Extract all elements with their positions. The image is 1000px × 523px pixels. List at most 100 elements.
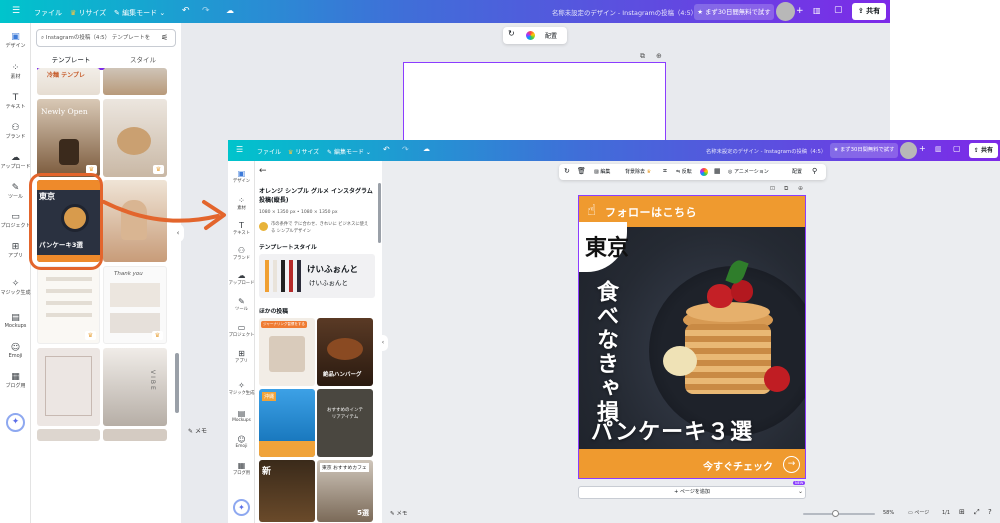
transparency-icon[interactable]: ▦ [714, 167, 721, 175]
nav-item[interactable]: ☁ アップロード [228, 271, 255, 286]
template-thumb[interactable]: 絶品ハンバーグ [317, 318, 373, 386]
zoom-slider[interactable] [803, 510, 875, 517]
trial-button[interactable]: ★ まず30日間無料で試す [694, 4, 774, 20]
comment-icon[interactable]: ▢ [953, 144, 961, 153]
comment-icon[interactable]: ▢ [834, 5, 843, 15]
template-thumb[interactable]: ♛ [37, 266, 100, 344]
resize-menu[interactable]: ♛ リサイズ [70, 8, 106, 18]
memo-button[interactable]: ✎ メモ [390, 509, 407, 517]
search-input[interactable]: ⌕ Instagramの投稿（4:5） テンプレートを [36, 29, 176, 47]
copy-page-icon[interactable]: ⧉ [784, 185, 788, 193]
template-thumb[interactable]: Thank you ♛ [103, 266, 167, 344]
redo-icon[interactable]: ↷ [402, 145, 409, 154]
magic-assistant-button[interactable]: ✦ [233, 499, 250, 516]
add-page-button[interactable]: + ページを追加 [578, 486, 806, 499]
lock-icon[interactable]: ⊡ [770, 185, 775, 192]
panel-scrollbar[interactable] [175, 353, 179, 413]
crop-icon[interactable]: ⌗ [663, 167, 667, 176]
color-icon[interactable] [700, 168, 708, 176]
avatar[interactable] [900, 142, 917, 159]
cloud-icon[interactable]: ☁ [423, 145, 430, 153]
nav-item[interactable]: ▣ デザイン [228, 169, 255, 184]
trial-button[interactable]: ★ まず30日間無料で試す [830, 143, 898, 158]
zoom-level[interactable]: 58% [883, 510, 894, 516]
rotate-icon[interactable]: ↻ [508, 29, 515, 38]
fullscreen-icon[interactable]: ⤢ [974, 508, 980, 517]
edit-mode-menu[interactable]: ✎ 編集モード ⌄ [327, 147, 371, 156]
nav-item[interactable]: ✧ マジック生成 [228, 381, 255, 396]
nav-item[interactable]: T テキスト [0, 93, 31, 110]
tab-style[interactable]: スタイル [109, 54, 177, 68]
filter-icon[interactable]: ⚟ [161, 33, 168, 42]
nav-item[interactable]: ▤ Mockups [0, 313, 31, 329]
template-thumb[interactable]: 東京 おすすめカフェ 5選 [317, 460, 373, 522]
add-page-icon[interactable]: ⊕ [656, 52, 662, 60]
template-thumb[interactable]: ♛ [103, 99, 167, 177]
menu-icon[interactable]: ☰ [12, 6, 20, 16]
share-button[interactable]: ⇪ 共有 [969, 143, 998, 158]
template-thumb[interactable]: 沖縄 [259, 389, 315, 457]
nav-item[interactable]: ⚇ ブランド [228, 246, 255, 261]
nav-item[interactable]: ☁ アップロード [0, 153, 31, 170]
back-arrow-icon[interactable]: ← [259, 166, 267, 176]
position-button[interactable]: 配置 [792, 168, 802, 175]
undo-icon[interactable]: ↶ [182, 6, 190, 16]
nav-item[interactable]: ⊞ アプリ [228, 349, 255, 364]
copy-page-icon[interactable]: ⧉ [640, 52, 645, 61]
undo-icon[interactable]: ↶ [383, 145, 390, 154]
template-thumb[interactable]: VIBE [103, 348, 167, 426]
blank-canvas[interactable] [403, 62, 666, 144]
redo-icon[interactable]: ↷ [202, 6, 210, 16]
menu-icon[interactable]: ☰ [236, 145, 243, 154]
template-thumb[interactable]: おすすめのインテリアアイテム [317, 389, 373, 457]
edit-mode-menu[interactable]: ✎ 編集モード ⌄ [114, 8, 165, 18]
nav-item[interactable]: ⊞ アプリ [0, 242, 31, 259]
template-style-card[interactable]: けいふぉんと けいふぉんと [259, 254, 375, 298]
avatar[interactable] [776, 2, 795, 21]
memo-button[interactable]: ✎ メモ [188, 426, 207, 435]
analytics-icon[interactable]: ▥ [935, 145, 942, 153]
template-thumb[interactable] [103, 68, 167, 95]
pages-button[interactable]: ▭ ページ [908, 509, 929, 516]
analytics-icon[interactable]: ▥ [813, 6, 821, 15]
nav-item[interactable]: ☺ Emoji [0, 343, 31, 359]
trash-icon[interactable]: 🗑 [577, 167, 586, 175]
instagram-post[interactable]: ☝ フォローはこちら 東京 食べなきゃ損 パンケーキ３選 今すぐチェック → [578, 195, 806, 479]
nav-item[interactable]: ▤ Mockups [228, 409, 255, 423]
nav-item[interactable]: ▣ デザイン [0, 32, 31, 49]
template-thumb[interactable]: Newly Open ♛ [37, 99, 100, 177]
collapse-panel-button[interactable]: ‹ [378, 335, 388, 351]
doc-title[interactable]: 名称未設定のデザイン - Instagramの投稿（4:5） [706, 147, 826, 155]
chevron-down-icon[interactable]: ⌄ [798, 488, 803, 495]
nav-item[interactable]: T テキスト [228, 221, 255, 236]
magic-assistant-button[interactable]: ✦ [6, 413, 25, 432]
color-icon[interactable] [526, 31, 535, 40]
nav-item[interactable]: ⁘ 素材 [228, 196, 255, 211]
nav-item[interactable]: ✎ ツール [0, 183, 31, 200]
panel-scrollbar[interactable] [378, 183, 381, 243]
template-thumb[interactable] [37, 348, 100, 426]
edit-button[interactable]: ▨ 編集 [594, 168, 610, 175]
paint-format-icon[interactable]: ⚲ [812, 167, 817, 175]
page-count[interactable]: 1/1 [942, 510, 950, 516]
flip-button[interactable]: ⇋ 反転 [676, 168, 692, 175]
rotate-icon[interactable]: ↻ [564, 167, 570, 175]
add-icon[interactable]: + [919, 144, 926, 153]
nav-item[interactable]: ⁘ 素材 [0, 63, 31, 80]
help-icon[interactable]: ? [988, 508, 992, 516]
animation-button[interactable]: ◎ アニメーション [728, 168, 769, 175]
file-menu[interactable]: ファイル [257, 147, 281, 156]
doc-title[interactable]: 名称未設定のデザイン - Instagramの投稿（4:5） [552, 8, 697, 17]
add-page-icon[interactable]: ⊕ [798, 185, 803, 192]
nav-item[interactable]: ✧ マジック生成 [0, 279, 31, 296]
template-thumb[interactable] [37, 429, 100, 441]
zoom-slider-handle[interactable] [832, 510, 839, 517]
add-icon[interactable]: + [796, 6, 804, 16]
template-thumb[interactable] [103, 429, 167, 441]
nav-item[interactable]: ☺ Emoji [228, 435, 255, 449]
template-thumb[interactable]: 冷麺 テンプレ [37, 68, 100, 95]
nav-item[interactable]: ▦ ブログ用 [0, 372, 31, 389]
file-menu[interactable]: ファイル [34, 8, 62, 18]
share-button[interactable]: ⇪ 共有 [852, 3, 886, 20]
resize-menu[interactable]: ♛ リサイズ [288, 147, 319, 156]
